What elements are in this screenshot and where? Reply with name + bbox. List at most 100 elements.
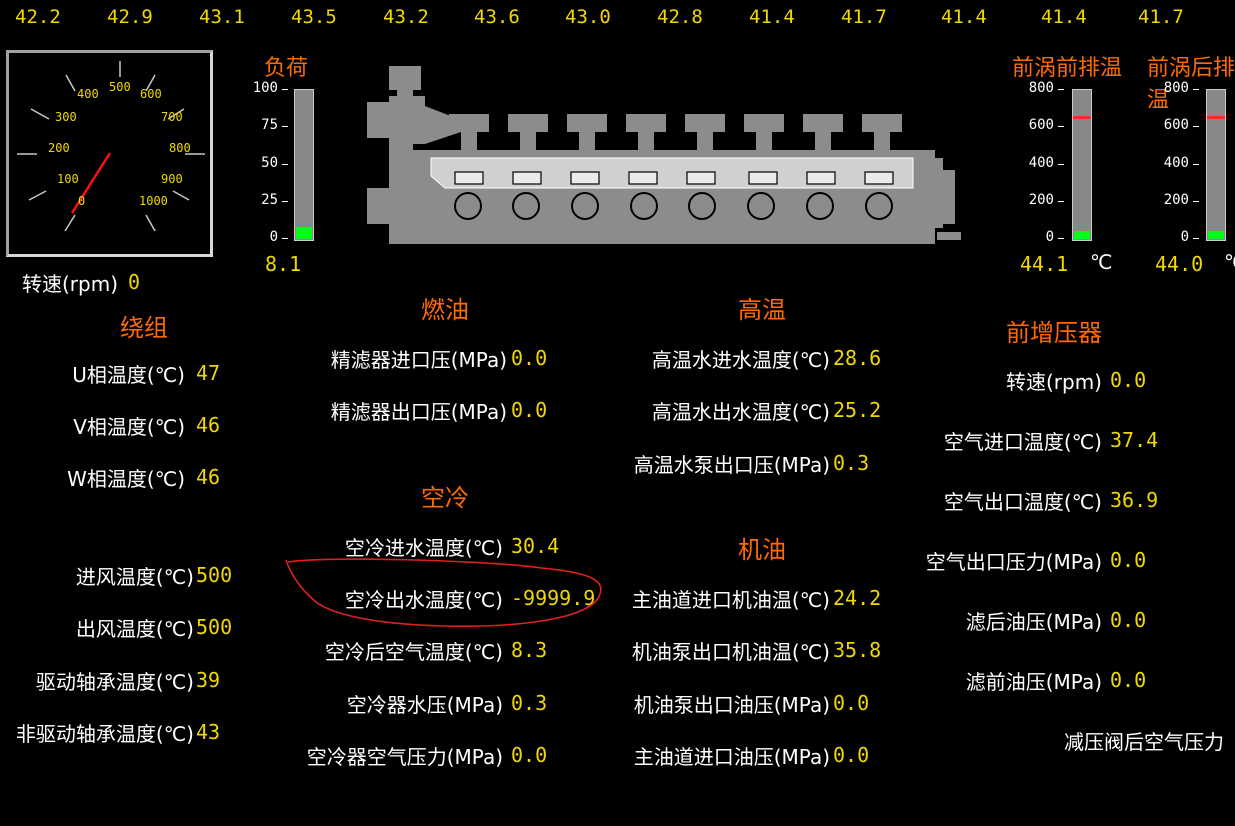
top-value: 41.7 [1138, 6, 1184, 28]
top-value: 43.6 [474, 6, 520, 28]
outlet-air-value: 500 [196, 615, 233, 639]
winding-w-label: W相温度(℃) [67, 467, 185, 491]
winding-u-value: 47 [196, 361, 221, 385]
oil-pump-temp-label: 机油泵出口机油温(℃) [631, 640, 830, 664]
top-value: 43.1 [199, 6, 245, 28]
exhaust-pre-unit: ℃ [1090, 250, 1113, 274]
turbo-pre-filter-oil-value: 0.0 [1110, 668, 1147, 692]
turbo-air-out-temp-value: 36.9 [1110, 488, 1159, 512]
ht-pump-pressure-value: 0.3 [833, 451, 870, 475]
aircool-air-temp-value: 8.3 [511, 638, 548, 662]
exhaust-pre-tick-label: 0 [1045, 229, 1054, 245]
exhaust-pre-alarm-mark [1073, 115, 1091, 119]
nondrive-bearing-value: 43 [196, 720, 221, 744]
load-tick-label: 25 [261, 192, 278, 208]
drive-bearing-value: 39 [196, 668, 221, 692]
top-value: 41.4 [749, 6, 795, 28]
gauge-scale-400: 400 [77, 87, 99, 101]
exhaust-pre-tick-label: 200 [1028, 192, 1054, 208]
turbo-speed-value: 0.0 [1110, 368, 1147, 392]
top-value: 42.2 [15, 6, 61, 28]
turbo-post-filter-oil-label: 滤后油压(MPa) [965, 610, 1102, 634]
exhaust-post-value: 44.0 [1155, 252, 1204, 276]
aircool-air-temp-label: 空冷后空气温度(℃) [324, 640, 503, 664]
speed-label: 转速(rpm) [22, 272, 119, 296]
exhaust-pre-tick-label: 800 [1028, 80, 1054, 96]
speed-value: 0 [128, 270, 141, 294]
gauge-scale-800: 800 [169, 141, 191, 155]
top-value: 43.2 [383, 6, 429, 28]
gauge-scale-1000: 1000 [139, 194, 168, 208]
ht-water-in-value: 28.6 [833, 346, 882, 370]
exhaust-post-tick-label: 400 [1163, 155, 1189, 171]
gauge-scale-500: 500 [109, 80, 131, 94]
winding-title: 绕组 [120, 314, 168, 342]
ht-pump-pressure-label: 高温水泵出口压(MPa) [633, 453, 830, 477]
load-bar [294, 89, 314, 241]
top-value: 41.4 [1041, 6, 1087, 28]
exhaust-post-tick-label: 200 [1163, 192, 1189, 208]
exhaust-pre-tick-label: 400 [1028, 155, 1054, 171]
gauge-scale-100: 100 [57, 172, 79, 186]
top-value: 41.7 [841, 6, 887, 28]
inlet-air-label: 进风温度(℃) [75, 565, 194, 589]
fuel-filter-out-label: 精滤器出口压(MPa) [330, 400, 507, 424]
gauge-scale-700: 700 [161, 110, 183, 124]
load-tick-label: 0 [269, 229, 278, 245]
oil-main-temp-label: 主油道进口机油温(℃) [631, 588, 830, 612]
turbo-air-in-temp-value: 37.4 [1110, 428, 1159, 452]
load-tick-label: 50 [261, 155, 278, 171]
speed-gauge: 0 100 200 300 400 500 600 700 800 900 10… [6, 50, 213, 257]
turbo-title: 前增压器 [1006, 319, 1102, 347]
turbo-air-out-pressure-value: 0.0 [1110, 548, 1147, 572]
exhaust-post-tick-label: 800 [1163, 80, 1189, 96]
outlet-air-label: 出风温度(℃) [75, 617, 194, 641]
exhaust-post-tick-label: 600 [1163, 117, 1189, 133]
gauge-scale-600: 600 [140, 87, 162, 101]
exhaust-pre-value: 44.1 [1020, 252, 1069, 276]
turbo-pre-filter-oil-label: 滤前油压(MPa) [965, 670, 1102, 694]
exhaust-pre-title: 前涡前排温 [1012, 56, 1123, 81]
fuel-filter-out-value: 0.0 [511, 398, 548, 422]
relief-valve-pressure-label: 减压阀后空气压力 [1064, 730, 1224, 754]
oil-main-pressure-value: 0.0 [833, 743, 870, 767]
load-value: 8.1 [265, 252, 302, 276]
aircool-air-pressure-label: 空冷器空气压力(MPa) [306, 745, 503, 769]
gauge-scale-300: 300 [55, 110, 77, 124]
ht-water-out-label: 高温水出水温度(℃) [651, 400, 830, 424]
aircool-title: 空冷 [421, 484, 469, 512]
exhaust-post-bar-fill [1208, 230, 1224, 239]
gauge-scale-0: 0 [78, 194, 86, 208]
exhaust-pre-bar [1072, 89, 1092, 241]
fuel-filter-in-label: 精滤器进口压(MPa) [330, 348, 507, 372]
exhaust-pre-bar-fill [1074, 230, 1090, 239]
turbo-air-out-pressure-label: 空气出口压力(MPa) [925, 550, 1102, 574]
exhaust-pre-tick-label: 600 [1028, 117, 1054, 133]
oil-pump-pressure-value: 0.0 [833, 691, 870, 715]
hightemp-title: 高温 [738, 296, 786, 324]
aircool-air-pressure-value: 0.0 [511, 743, 548, 767]
exhaust-post-unit: ℃ [1224, 250, 1235, 274]
oil-pump-temp-value: 35.8 [833, 638, 882, 662]
oil-pump-pressure-label: 机油泵出口油压(MPa) [633, 693, 830, 717]
top-value: 43.5 [291, 6, 337, 28]
load-tick-label: 100 [252, 80, 278, 96]
turbo-air-out-temp-label: 空气出口温度(℃) [943, 490, 1102, 514]
top-value: 42.8 [657, 6, 703, 28]
top-value: 42.9 [107, 6, 153, 28]
drive-bearing-label: 驱动轴承温度(℃) [35, 670, 194, 694]
winding-v-value: 46 [196, 413, 221, 437]
exhaust-post-tick-label: 0 [1180, 229, 1189, 245]
oil-main-pressure-label: 主油道进口油压(MPa) [633, 745, 830, 769]
oil-title: 机油 [738, 536, 786, 564]
ht-water-in-label: 高温水进水温度(℃) [651, 348, 830, 372]
fuel-title: 燃油 [421, 296, 469, 324]
turbo-post-filter-oil-value: 0.0 [1110, 608, 1147, 632]
annotation-circle [285, 558, 602, 628]
turbo-air-in-temp-label: 空气进口温度(℃) [943, 430, 1102, 454]
nondrive-bearing-label: 非驱动轴承温度(℃) [15, 722, 194, 746]
exhaust-post-bar [1206, 89, 1226, 241]
winding-v-label: V相温度(℃) [73, 415, 185, 439]
top-value: 43.0 [565, 6, 611, 28]
winding-u-label: U相温度(℃) [72, 363, 185, 387]
